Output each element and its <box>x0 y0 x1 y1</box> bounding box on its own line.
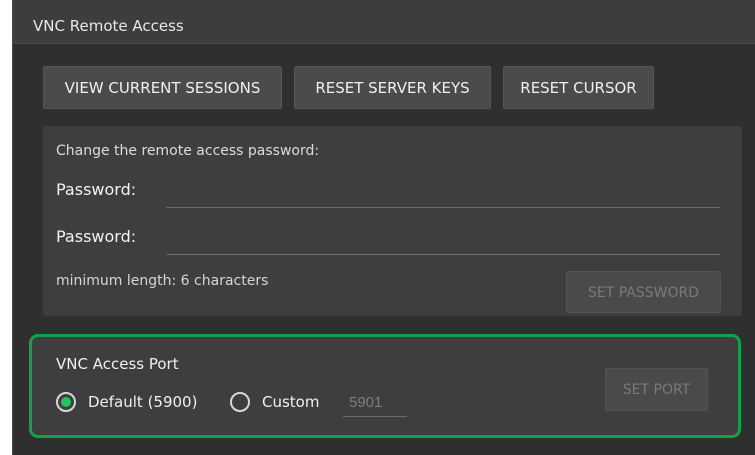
custom-port-radio[interactable] <box>230 392 250 412</box>
reset-cursor-button[interactable]: RESET CURSOR <box>503 66 654 109</box>
set-port-button[interactable]: SET PORT <box>605 368 708 411</box>
panel-title: VNC Remote Access <box>33 17 184 35</box>
default-port-radio[interactable] <box>56 392 76 412</box>
reset-server-keys-button[interactable]: RESET SERVER KEYS <box>294 66 491 109</box>
confirm-password-label: Password: <box>56 227 137 246</box>
default-port-label[interactable]: Default (5900) <box>88 393 197 411</box>
panel-header: VNC Remote Access <box>13 0 755 44</box>
radio-selected-dot <box>61 397 71 407</box>
port-section-title: VNC Access Port <box>56 355 179 373</box>
password-length-hint: minimum length: 6 characters <box>56 273 269 289</box>
password-field[interactable] <box>166 184 720 208</box>
custom-port-label[interactable]: Custom <box>262 393 319 411</box>
view-current-sessions-button[interactable]: VIEW CURRENT SESSIONS <box>43 66 282 109</box>
password-label: Password: <box>56 180 137 199</box>
custom-port-input[interactable] <box>343 389 407 417</box>
set-password-button[interactable]: SET PASSWORD <box>566 271 721 313</box>
password-section: Change the remote access password: Passw… <box>43 126 742 316</box>
password-section-heading: Change the remote access password: <box>56 143 320 159</box>
confirm-password-field[interactable] <box>166 231 720 255</box>
vnc-remote-access-panel: VNC Remote Access VIEW CURRENT SESSIONS … <box>12 0 755 455</box>
vnc-access-port-section: VNC Access Port Default (5900) Custom SE… <box>29 334 741 438</box>
